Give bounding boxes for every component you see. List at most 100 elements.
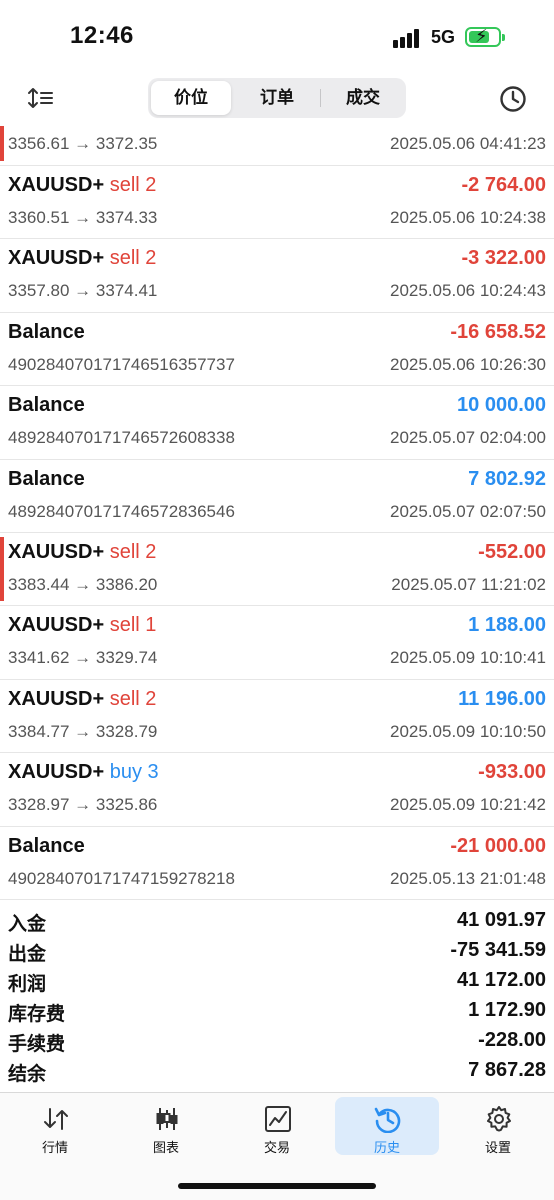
summary-label: 出金 bbox=[8, 944, 47, 965]
tab-history-label: 历史 bbox=[373, 1140, 400, 1155]
trade-detail: 489284070171746572608338 bbox=[8, 428, 235, 448]
trade-direction: sell 1 bbox=[109, 614, 157, 637]
trade-row[interactable]: XAUUSD+ sell 2 11 196.00 3384.77 → 3328.79… bbox=[0, 680, 554, 754]
trade-date: 2025.05.06 10:24:43 bbox=[390, 281, 546, 301]
history-icon bbox=[374, 1107, 401, 1133]
trade-row[interactable]: Balance -21 000.00 49028407017174715927821… bbox=[0, 827, 554, 900]
tab-settings-label: 设置 bbox=[484, 1140, 511, 1155]
tab-chart[interactable]: 图表 bbox=[114, 1097, 218, 1155]
quotes-icon bbox=[44, 1108, 68, 1130]
trade-icon bbox=[265, 1106, 291, 1132]
tab-settings[interactable]: 设置 bbox=[446, 1097, 550, 1155]
tab-quotes[interactable]: 行情 bbox=[3, 1097, 107, 1155]
history-summary: 入金 41 091.97 出金 -75 341.59 利润 41 172.00 库存费 1 1… bbox=[0, 906, 554, 1086]
symbol-name: Balance bbox=[8, 834, 85, 857]
trade-direction: sell 2 bbox=[109, 687, 157, 710]
symbol-name: XAUUSD+ bbox=[8, 614, 105, 637]
trade-profit: -933.00 bbox=[478, 761, 546, 784]
trade-profit: 7 802.92 bbox=[468, 467, 546, 490]
summary-label: 手续费 bbox=[8, 1034, 66, 1055]
summary-value: 41 091.97 bbox=[457, 909, 546, 931]
tab-price[interactable]: 价位 bbox=[151, 81, 231, 115]
trade-row[interactable]: XAUUSD+ buy 3 -933.00 3328.97 → 3325.86 202… bbox=[0, 753, 554, 827]
trade-date: 2025.05.06 04:41:23 bbox=[390, 134, 546, 153]
trade-list: 3356.61 → 3372.35 2025.05.06 04:41:23 XAUU… bbox=[0, 122, 554, 900]
trade-detail: 3356.61 → 3372.35 bbox=[8, 134, 158, 153]
trade-profit: -3 322.00 bbox=[461, 247, 546, 270]
trade-detail: 3360.51 → 3374.33 bbox=[8, 208, 158, 227]
trade-date: 2025.05.09 10:10:41 bbox=[390, 648, 546, 668]
row-marker bbox=[0, 126, 4, 161]
trade-date: 2025.05.13 21:01:48 bbox=[390, 868, 546, 888]
trade-profit: 1 188.00 bbox=[468, 614, 546, 637]
tab-deals[interactable]: 成交 bbox=[322, 81, 404, 115]
trade-symbol: Balance bbox=[8, 394, 85, 417]
trade-row[interactable]: XAUUSD+ sell 2 -552.00 3383.44 → 3386.20 20… bbox=[0, 533, 554, 607]
network-type: 5G bbox=[431, 27, 456, 47]
segment-divider bbox=[320, 89, 321, 107]
trade-symbol: Balance bbox=[8, 321, 85, 344]
trade-symbol: XAUUSD+ sell 2 bbox=[8, 247, 156, 270]
summary-row: 手续费 -228.00 bbox=[0, 1026, 554, 1056]
trade-detail: 489284070171746572836546 bbox=[8, 501, 235, 521]
summary-label: 入金 bbox=[8, 914, 47, 935]
trade-direction: sell 2 bbox=[109, 540, 157, 563]
trade-date: 2025.05.06 10:24:38 bbox=[390, 208, 546, 227]
symbol-name: XAUUSD+ bbox=[8, 687, 105, 710]
trade-profit: -16 658.52 bbox=[450, 320, 546, 343]
symbol-name: XAUUSD+ bbox=[8, 247, 105, 270]
tab-trade-label: 交易 bbox=[263, 1140, 290, 1155]
tab-quotes-label: 行情 bbox=[41, 1140, 68, 1155]
trade-symbol: XAUUSD+ sell 2 bbox=[8, 541, 156, 564]
trade-symbol: XAUUSD+ buy 3 bbox=[8, 761, 159, 784]
status-bar: 12:46 5G ⚡ bbox=[0, 0, 554, 76]
symbol-name: Balance bbox=[8, 320, 85, 343]
trade-profit: -552.00 bbox=[478, 540, 546, 563]
symbol-name: XAUUSD+ bbox=[8, 761, 105, 784]
trade-symbol: XAUUSD+ sell 1 bbox=[8, 614, 156, 637]
clock-icon[interactable] bbox=[498, 84, 528, 114]
summary-label: 结余 bbox=[8, 1064, 47, 1085]
trade-detail: 490284070171747159278218 bbox=[8, 868, 235, 888]
trade-row[interactable]: XAUUSD+ sell 2 -3 322.00 3357.80 → 3374.41… bbox=[0, 239, 554, 313]
row-marker bbox=[0, 536, 4, 602]
trade-row[interactable]: XAUUSD+ sell 2 -2 764.00 3360.51 → 3374.33… bbox=[0, 166, 554, 240]
settings-icon bbox=[487, 1106, 511, 1132]
summary-row: 库存费 1 172.90 bbox=[0, 996, 554, 1026]
trade-symbol: Balance bbox=[8, 468, 85, 491]
trade-date: 2025.05.07 02:04:00 bbox=[390, 428, 546, 448]
bottom-tab-bar: 行情 图表 交易 历史 设置 bbox=[0, 1092, 554, 1200]
trade-detail: 3383.44 → 3386.20 bbox=[8, 574, 158, 594]
trade-symbol: XAUUSD+ sell 2 bbox=[8, 174, 156, 197]
trade-detail: 3384.77 → 3328.79 bbox=[8, 721, 158, 741]
battery-icon: ⚡ bbox=[465, 26, 505, 47]
tab-history[interactable]: 历史 bbox=[335, 1097, 439, 1155]
tab-chart-label: 图表 bbox=[152, 1140, 179, 1155]
trade-profit: -21 000.00 bbox=[450, 834, 546, 857]
summary-label: 库存费 bbox=[8, 1004, 66, 1025]
trade-row[interactable]: 3356.61 → 3372.35 2025.05.06 04:41:23 bbox=[0, 122, 554, 166]
trade-detail: 3357.80 → 3374.41 bbox=[8, 281, 158, 301]
trade-row[interactable]: Balance 7 802.92 489284070171746572836546 2… bbox=[0, 460, 554, 533]
cellular-signal-icon bbox=[393, 28, 421, 48]
trade-row[interactable]: Balance 10 000.00 489284070171746572608338… bbox=[0, 386, 554, 460]
symbol-name: XAUUSD+ bbox=[8, 174, 105, 196]
sort-icon[interactable] bbox=[26, 84, 56, 114]
tab-trade[interactable]: 交易 bbox=[225, 1097, 329, 1155]
summary-row: 入金 41 091.97 bbox=[0, 906, 554, 936]
status-time: 12:46 bbox=[70, 22, 134, 49]
summary-value: 7 867.28 bbox=[468, 1059, 546, 1081]
trade-date: 2025.05.09 10:21:42 bbox=[390, 795, 546, 815]
trade-symbol: Balance bbox=[8, 835, 85, 858]
summary-label: 利润 bbox=[8, 974, 47, 995]
segmented-control: 价位 订单 成交 bbox=[148, 78, 406, 118]
home-indicator bbox=[178, 1183, 376, 1189]
trade-row[interactable]: XAUUSD+ sell 1 1 188.00 3341.62 → 3329.74 2… bbox=[0, 606, 554, 680]
trade-date: 2025.05.07 11:21:02 bbox=[391, 574, 546, 594]
trade-detail: 3341.62 → 3329.74 bbox=[8, 648, 158, 668]
tab-orders[interactable]: 订单 bbox=[236, 81, 318, 115]
trade-row[interactable]: Balance -16 658.52 49028407017174651635773… bbox=[0, 313, 554, 387]
summary-value: 41 172.00 bbox=[457, 969, 546, 991]
summary-value: -75 341.59 bbox=[450, 939, 546, 961]
trade-direction: sell 2 bbox=[109, 247, 157, 270]
